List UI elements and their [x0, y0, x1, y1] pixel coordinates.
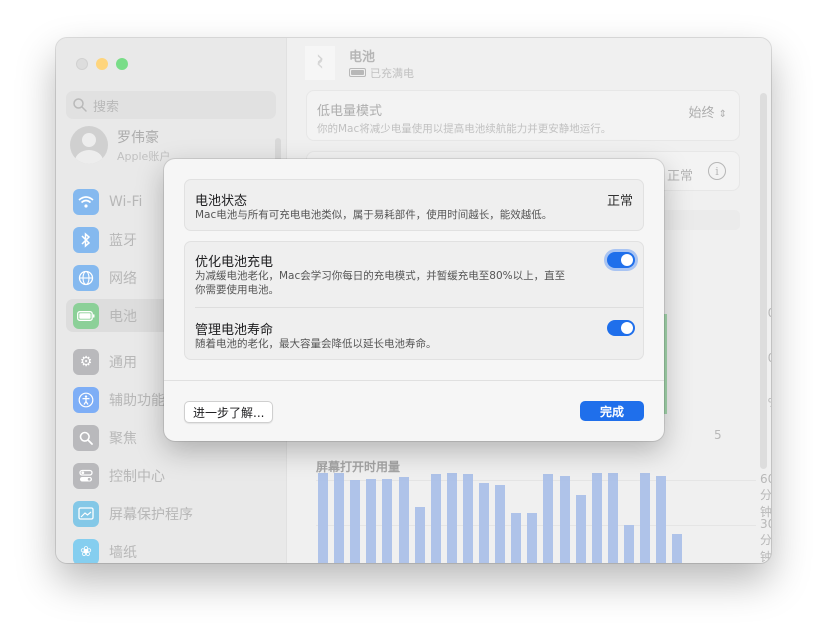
charging-options-card: 优化电池充电 为减缓电池老化，Mac会学习你每日的充电模式，并暂缓充电至80%以… [184, 241, 644, 360]
done-button[interactable]: 完成 [580, 401, 644, 421]
optimized-charging-title: 优化电池充电 [195, 255, 274, 270]
learn-more-button[interactable]: 进一步了解... [184, 401, 274, 423]
battery-health-dialog: 电池状态 正常 Mac电池与所有可充电电池类似，属于易耗部件，使用时间越长，能效… [164, 159, 664, 441]
battery-status-title: 电池状态 [195, 194, 248, 209]
optimized-charging-desc-line2: 你需要使用电池。 [195, 284, 279, 296]
optimized-charging-desc-line1: 为减缓电池老化，Mac会学习你每日的充电模式，并暂缓充电至80%以上，直至 [195, 270, 566, 282]
battery-status-card: 电池状态 正常 Mac电池与所有可充电电池类似，属于易耗部件，使用时间越长，能效… [184, 179, 644, 231]
optimized-charging-desc: 为减缓电池老化，Mac会学习你每日的充电模式，并暂缓充电至80%以上，直至 你需… [195, 269, 565, 297]
manage-life-desc: 随着电池的老化，最大容量会降低以延长电池寿命。 [195, 338, 437, 350]
manage-life-toggle[interactable] [607, 320, 635, 336]
battery-status-value: 正常 [606, 194, 633, 209]
manage-life-title: 管理电池寿命 [195, 323, 274, 338]
battery-status-desc: Mac电池与所有可充电电池类似，属于易耗部件，使用时间越长，能效越低。 [195, 209, 553, 221]
optimized-charging-toggle[interactable] [607, 252, 635, 268]
